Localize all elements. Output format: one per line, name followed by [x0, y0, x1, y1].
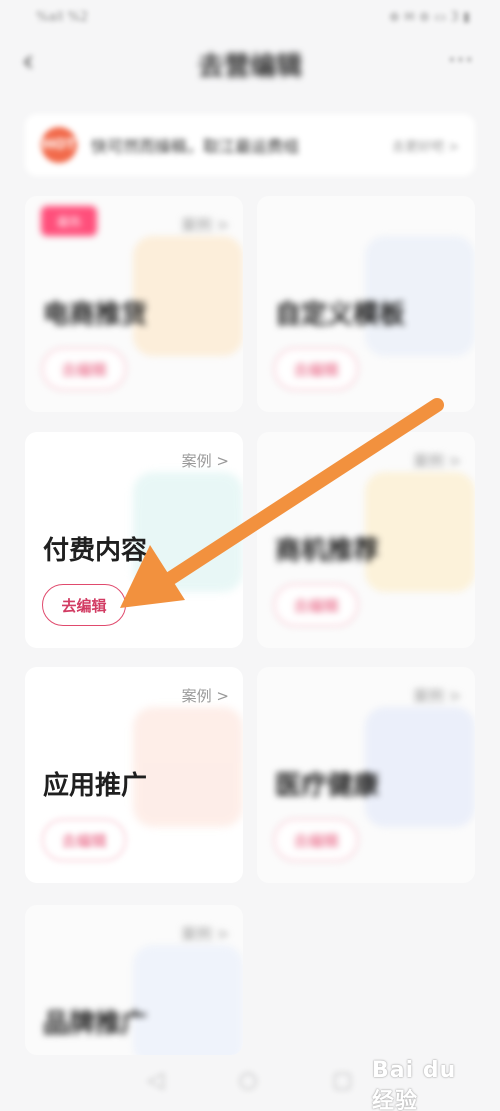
case-link[interactable]: 案例 >: [182, 923, 229, 944]
template-card-app-promotion[interactable]: 案例 > 应用推广 去编辑: [25, 667, 243, 883]
card-title: 付费内容: [43, 536, 148, 566]
key-illustration-icon: [365, 472, 475, 592]
case-link[interactable]: 案例 >: [182, 214, 229, 235]
edit-button[interactable]: 去编辑: [42, 584, 126, 626]
card-title: 品牌推广: [43, 1009, 148, 1039]
hot-icon: HOT: [41, 127, 77, 163]
status-bar-right: ⊕ ✉ ⊛ ▭ 3 ▮: [388, 9, 470, 25]
notice-banner[interactable]: HOT 快可然而操稿，取江最运费组 去更好吧 >: [25, 114, 475, 176]
brand-illustration-icon: [133, 945, 243, 1055]
edit-button[interactable]: 去编辑: [274, 348, 358, 390]
template-card-ecommerce[interactable]: 最热 案例 > 电商推货 去编辑: [25, 196, 243, 412]
more-icon[interactable]: ···: [448, 46, 474, 74]
nav-back-icon[interactable]: ◁: [147, 1068, 164, 1093]
template-card-custom[interactable]: 自定义模板 去编辑: [257, 196, 475, 412]
page-title: 去营编辑: [197, 51, 302, 82]
card-title: 应用推广: [43, 771, 148, 801]
editor-page: %all %2 ⊕ ✉ ⊛ ▭ 3 ▮ ‹ 去营编辑 ··· HOT 快可然而操…: [0, 0, 500, 1111]
card-title: 电商推货: [43, 300, 148, 330]
case-link[interactable]: 案例 >: [182, 685, 229, 706]
notice-link[interactable]: 去更好吧 >: [392, 136, 459, 155]
baidu-watermark: Bai du 经验: [372, 1058, 457, 1111]
case-link[interactable]: 案例 >: [414, 685, 461, 706]
card-title: 医疗健康: [275, 771, 380, 801]
medical-illustration-icon: [365, 707, 475, 827]
back-arrow-icon[interactable]: ‹: [22, 44, 50, 80]
template-card-paid-content[interactable]: 案例 > 付费内容 去编辑: [25, 432, 243, 648]
card-title: 自定义模板: [275, 300, 406, 330]
edit-button[interactable]: 去编辑: [274, 584, 358, 626]
case-link[interactable]: 案例 >: [414, 450, 461, 471]
edit-button[interactable]: 去编辑: [42, 348, 126, 390]
template-card-brand[interactable]: 案例 > 品牌推广: [25, 905, 243, 1055]
cart-illustration-icon: [133, 236, 243, 356]
smile-illustration-icon: [133, 472, 243, 592]
cube-illustration-icon: [133, 707, 243, 827]
edit-button[interactable]: 去编辑: [274, 819, 358, 861]
edit-button[interactable]: 去编辑: [42, 819, 126, 861]
status-bar: %all %2 ⊕ ✉ ⊛ ▭ 3 ▮: [0, 0, 500, 34]
nav-recent-icon[interactable]: ▢: [332, 1068, 353, 1093]
top-bar: ‹ 去营编辑 ···: [0, 34, 500, 94]
case-link[interactable]: 案例 >: [182, 450, 229, 471]
nav-home-icon[interactable]: ○: [238, 1068, 257, 1093]
notice-text: 快可然而操稿，取江最运费组: [91, 137, 300, 156]
status-bar-left: %all %2: [36, 9, 89, 25]
hot-tag: 最热: [41, 206, 97, 236]
template-card-business[interactable]: 案例 > 商机推荐 去编辑: [257, 432, 475, 648]
card-title: 商机推荐: [275, 536, 380, 566]
template-card-medical[interactable]: 案例 > 医疗健康 去编辑: [257, 667, 475, 883]
